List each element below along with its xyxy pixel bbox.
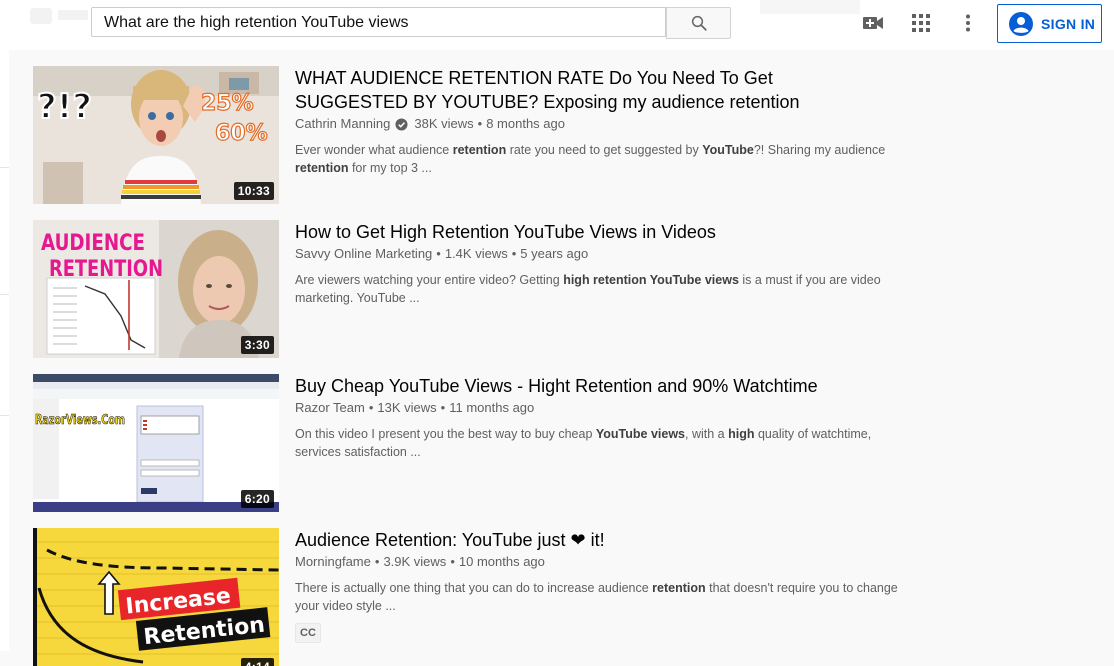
- highlighted-keyword: retention: [452, 143, 507, 157]
- channel-name[interactable]: Morningfame: [295, 553, 371, 571]
- duration-badge: 3:30: [240, 336, 274, 354]
- description-text: rate you need to get suggested by: [506, 143, 703, 157]
- thumb-text: ?!?: [37, 87, 92, 127]
- thumbnail-image: Increase Retention: [33, 528, 279, 666]
- meta-separator: •: [436, 246, 441, 261]
- upload-age: 10 months ago: [458, 554, 545, 569]
- sidebar-edge: [0, 50, 9, 651]
- description-text: , with a: [685, 427, 729, 441]
- youtube-logo[interactable]: [30, 6, 90, 26]
- description-text: Are viewers watching your entire video? …: [295, 273, 564, 287]
- settings-more-button[interactable]: [956, 11, 980, 35]
- sign-in-label: SIGN IN: [1041, 15, 1096, 32]
- video-camera-add-icon: [863, 17, 883, 29]
- description-text: for my top 3 ...: [348, 161, 432, 175]
- video-meta: Razor Team • 13K views • 11 months ago: [295, 399, 915, 417]
- view-count: 3.9K views: [383, 554, 447, 569]
- create-video-button[interactable]: [861, 11, 885, 35]
- channel-name[interactable]: Razor Team: [295, 399, 365, 417]
- highlighted-keyword: YouTube: [702, 143, 754, 157]
- thumb-text: RETENTION: [49, 257, 163, 282]
- meta-separator: •: [368, 400, 374, 415]
- highlighted-keyword: high retention YouTube views: [563, 273, 739, 287]
- video-thumbnail[interactable]: ?!? 25% 60% 10:33: [33, 66, 279, 204]
- video-title[interactable]: Buy Cheap YouTube Views - Hight Retentio…: [295, 374, 915, 398]
- thumb-text: 25%: [201, 91, 254, 116]
- video-info: WHAT AUDIENCE RETENTION RATE Do You Need…: [295, 66, 915, 177]
- verified-check-icon: [395, 117, 408, 131]
- video-info: Buy Cheap YouTube Views - Hight Retentio…: [295, 374, 915, 461]
- video-thumbnail[interactable]: AUDIENCE RETENTION 3:30: [33, 220, 279, 358]
- view-count: 38K views: [414, 116, 474, 131]
- video-title[interactable]: Audience Retention: YouTube just ❤ it!: [295, 528, 915, 552]
- video-thumbnail[interactable]: RazorViews.Com 6:20: [33, 374, 279, 512]
- search-icon: [691, 15, 707, 31]
- video-description: There is actually one thing that you can…: [295, 579, 905, 615]
- sign-in-button[interactable]: SIGN IN: [997, 4, 1102, 43]
- thumb-text: 60%: [215, 121, 268, 146]
- video-thumbnail[interactable]: Increase Retention 4:14: [33, 528, 279, 666]
- description-text: There is actually one thing that you can…: [295, 581, 653, 595]
- video-description: Ever wonder what audience retention rate…: [295, 141, 905, 177]
- video-info: Audience Retention: YouTube just ❤ it! M…: [295, 528, 915, 643]
- upload-age: 5 years ago: [520, 246, 589, 261]
- upload-age: 8 months ago: [486, 116, 565, 131]
- highlighted-keyword: high: [728, 427, 755, 441]
- highlighted-keyword: retention: [652, 581, 706, 595]
- meta-separator: •: [440, 400, 446, 415]
- duration-badge: 6:20: [240, 490, 274, 508]
- apps-button[interactable]: [909, 11, 933, 35]
- video-title[interactable]: WHAT AUDIENCE RETENTION RATE Do You Need…: [295, 66, 915, 114]
- meta-separator: •: [511, 246, 517, 261]
- channel-name[interactable]: Savvy Online Marketing: [295, 245, 432, 263]
- search-button[interactable]: [666, 7, 731, 39]
- thumb-text: AUDIENCE: [41, 231, 145, 256]
- search-bar: What are the high retention YouTube view…: [91, 7, 731, 39]
- highlighted-keyword: retention: [295, 161, 349, 175]
- cc-badge: CC: [295, 623, 321, 643]
- duration-badge: 10:33: [233, 182, 274, 200]
- video-title[interactable]: How to Get High Retention YouTube Views …: [295, 220, 915, 244]
- video-meta: Morningfame • 3.9K views • 10 months ago: [295, 553, 915, 571]
- masthead: What are the high retention YouTube view…: [0, 0, 1114, 50]
- channel-name[interactable]: Cathrin Manning: [295, 115, 390, 133]
- duration-badge: 4:14: [240, 658, 274, 666]
- apps-grid-icon: [912, 14, 930, 32]
- view-count: 13K views: [377, 400, 437, 415]
- meta-separator: •: [477, 116, 483, 131]
- video-description: On this video I present you the best way…: [295, 425, 905, 461]
- more-vert-icon: [966, 14, 970, 32]
- background-fade: [760, 0, 860, 14]
- highlighted-keyword: YouTube views: [595, 427, 686, 441]
- description-text: Ever wonder what audience: [295, 143, 453, 157]
- video-description: Are viewers watching your entire video? …: [295, 271, 905, 307]
- upload-age: 11 months ago: [449, 400, 535, 415]
- view-count: 1.4K views: [444, 246, 508, 261]
- account-circle-icon: [1009, 11, 1033, 36]
- description-text: On this video I present you the best way…: [295, 427, 596, 441]
- description-text: ?! Sharing my audience: [753, 143, 886, 157]
- video-info: How to Get High Retention YouTube Views …: [295, 220, 915, 307]
- video-meta: Savvy Online Marketing • 1.4K views • 5 …: [295, 245, 915, 263]
- thumb-text: RazorViews.Com: [35, 413, 125, 428]
- meta-separator: •: [374, 554, 380, 569]
- search-input[interactable]: What are the high retention YouTube view…: [91, 7, 666, 37]
- video-meta: Cathrin Manning 38K views • 8 months ago: [295, 115, 915, 133]
- meta-separator: •: [450, 554, 455, 569]
